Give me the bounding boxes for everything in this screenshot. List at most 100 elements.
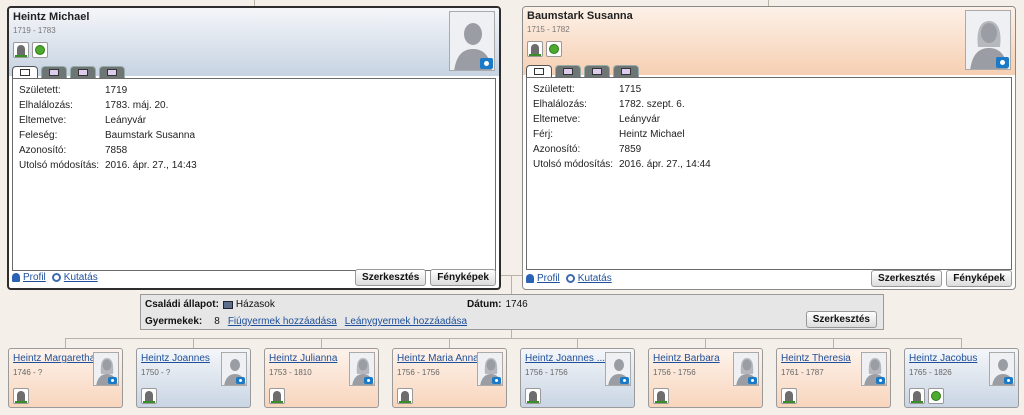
fact-row: Azonosító: 7859 [533, 142, 1005, 157]
children-summary: Gyermekek: 8 Fiúgyermek hozzáadása Leány… [145, 316, 467, 327]
child-card[interactable]: Heintz Jacobus 1765 - 1826 [904, 348, 1019, 408]
deceased-icon[interactable] [13, 42, 29, 58]
connector-line [511, 330, 512, 338]
female-avatar[interactable] [93, 352, 119, 386]
child-card[interactable]: Heintz Margaretha 1746 - ? [8, 348, 123, 408]
tab-messages[interactable] [99, 66, 125, 78]
research-link[interactable]: Kutatás [51, 272, 98, 283]
connector-line [321, 338, 322, 348]
child-name[interactable]: Heintz Julianna [269, 353, 337, 364]
child-name[interactable]: Heintz Margaretha [13, 353, 95, 364]
fact-row: Elhalálozás: 1783. máj. 20. [19, 98, 489, 113]
tree-leaf-icon[interactable] [928, 388, 944, 404]
father-card[interactable]: Heintz Michael 1719 - 1783 Született: 171… [7, 6, 501, 290]
fact-label: Utolsó módosítás: [19, 160, 100, 171]
male-avatar[interactable] [605, 352, 631, 386]
male-avatar[interactable] [989, 352, 1015, 386]
female-avatar[interactable] [349, 352, 375, 386]
tab-messages[interactable] [613, 65, 639, 77]
father-name[interactable]: Heintz Michael [13, 11, 495, 23]
deceased-icon[interactable] [397, 388, 413, 404]
add-son-link[interactable]: Fiúgyermek hozzáadása [228, 316, 337, 327]
add-daughter-link[interactable]: Leánygyermek hozzáadása [345, 316, 467, 327]
tab-events[interactable] [41, 66, 67, 78]
photos-button[interactable]: Fényképek [430, 268, 496, 286]
child-dates: 1753 - 1810 [269, 368, 312, 377]
edit-button[interactable]: Szerkesztés [871, 269, 943, 287]
child-card[interactable]: Heintz Joannes 1750 - ? [136, 348, 251, 408]
tab-details[interactable] [526, 65, 552, 77]
camera-icon[interactable] [1004, 377, 1013, 384]
child-name[interactable]: Heintz Joannes ... [525, 353, 605, 364]
camera-icon[interactable] [364, 377, 373, 384]
child-status-icons [525, 388, 541, 404]
research-link[interactable]: Kutatás [565, 273, 612, 284]
fact-value: 1783. máj. 20. [105, 100, 169, 111]
female-avatar[interactable] [861, 352, 887, 386]
child-card[interactable]: Heintz Maria Anna 1756 - 1756 [392, 348, 507, 408]
edit-button[interactable]: Szerkesztés [355, 268, 427, 286]
children-count: 8 [214, 316, 220, 327]
child-card[interactable]: Heintz Joannes ... 1756 - 1756 [520, 348, 635, 408]
child-name[interactable]: Heintz Barbara [653, 353, 720, 364]
person-icon [12, 272, 20, 282]
fact-value: Leányvár [105, 115, 147, 126]
camera-icon[interactable] [876, 377, 885, 384]
family-edit-button[interactable]: Szerkesztés [805, 311, 877, 328]
deceased-icon[interactable] [525, 388, 541, 404]
connector-line [577, 338, 578, 348]
male-avatar[interactable] [221, 352, 247, 386]
profile-link-label: Profil [23, 271, 46, 283]
tab-events[interactable] [555, 65, 581, 77]
camera-icon[interactable] [492, 377, 501, 384]
profile-link[interactable]: Profil [526, 273, 560, 284]
child-card[interactable]: Heintz Julianna 1753 - 1810 [264, 348, 379, 408]
fact-value: 2016. ápr. 27., 14:44 [619, 159, 711, 170]
child-name[interactable]: Heintz Theresia [781, 353, 851, 364]
deceased-icon[interactable] [653, 388, 669, 404]
camera-icon[interactable] [748, 377, 757, 384]
deceased-icon[interactable] [909, 388, 925, 404]
tree-leaf-icon[interactable] [546, 41, 562, 57]
connector-line [833, 338, 834, 348]
tab-calendar[interactable] [70, 66, 96, 78]
male-avatar[interactable] [449, 11, 495, 71]
child-status-icons [909, 388, 944, 404]
child-dates: 1746 - ? [13, 368, 43, 377]
tab-calendar[interactable] [584, 65, 610, 77]
tree-leaf-icon[interactable] [32, 42, 48, 58]
fact-label: Férj: [533, 129, 553, 140]
deceased-icon[interactable] [781, 388, 797, 404]
father-dates: 1719 - 1783 [13, 26, 56, 35]
photos-button[interactable]: Fényképek [946, 269, 1012, 287]
camera-icon[interactable] [108, 377, 117, 384]
mother-status-icons [527, 41, 562, 57]
female-avatar[interactable] [733, 352, 759, 386]
camera-icon[interactable] [480, 58, 493, 69]
deceased-icon[interactable] [141, 388, 157, 404]
camera-icon[interactable] [620, 377, 629, 384]
tab-details[interactable] [12, 66, 38, 78]
female-avatar[interactable] [477, 352, 503, 386]
child-name[interactable]: Heintz Joannes [141, 353, 210, 364]
child-status-icons [397, 388, 413, 404]
camera-icon[interactable] [236, 377, 245, 384]
fact-row: Azonosító: 7858 [19, 143, 489, 158]
child-name[interactable]: Heintz Maria Anna [397, 353, 479, 364]
fact-label: Feleség: [19, 130, 58, 141]
connector-line [449, 338, 450, 348]
mother-name[interactable]: Baumstark Susanna [527, 10, 1011, 22]
mother-card[interactable]: Baumstark Susanna 1715 - 1782 Született:… [522, 6, 1016, 290]
child-card[interactable]: Heintz Theresia 1761 - 1787 [776, 348, 891, 408]
fact-value: 1719 [105, 85, 128, 96]
profile-link[interactable]: Profil [12, 272, 46, 283]
deceased-icon[interactable] [13, 388, 29, 404]
deceased-icon[interactable] [527, 41, 543, 57]
deceased-icon[interactable] [269, 388, 285, 404]
female-avatar[interactable] [965, 10, 1011, 70]
camera-icon[interactable] [996, 57, 1009, 68]
child-card[interactable]: Heintz Barbara 1756 - 1756 [648, 348, 763, 408]
child-name[interactable]: Heintz Jacobus [909, 353, 977, 364]
mother-footer: Profil Kutatás Szerkesztés Fényképek [526, 269, 1012, 287]
mother-details: Született: 1715 Elhalálozás: 1782. szept. … [526, 77, 1012, 270]
